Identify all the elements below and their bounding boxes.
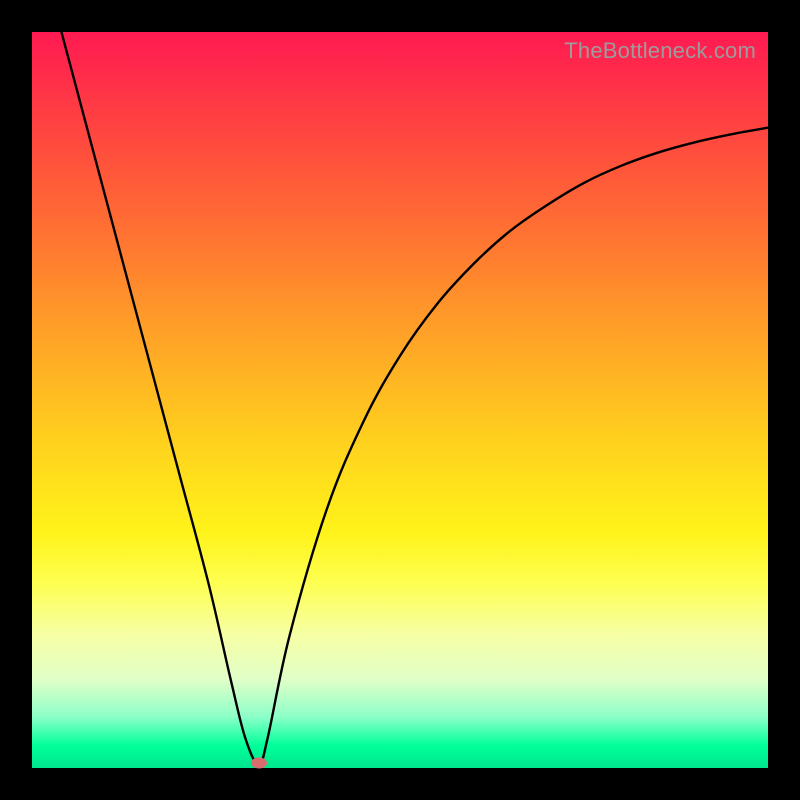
bottleneck-curve-path — [61, 32, 768, 764]
watermark-text: TheBottleneck.com — [564, 38, 756, 64]
chart-frame: TheBottleneck.com — [0, 0, 800, 800]
curve-svg — [32, 32, 768, 768]
plot-area: TheBottleneck.com — [32, 32, 768, 768]
minimum-marker — [251, 757, 267, 768]
